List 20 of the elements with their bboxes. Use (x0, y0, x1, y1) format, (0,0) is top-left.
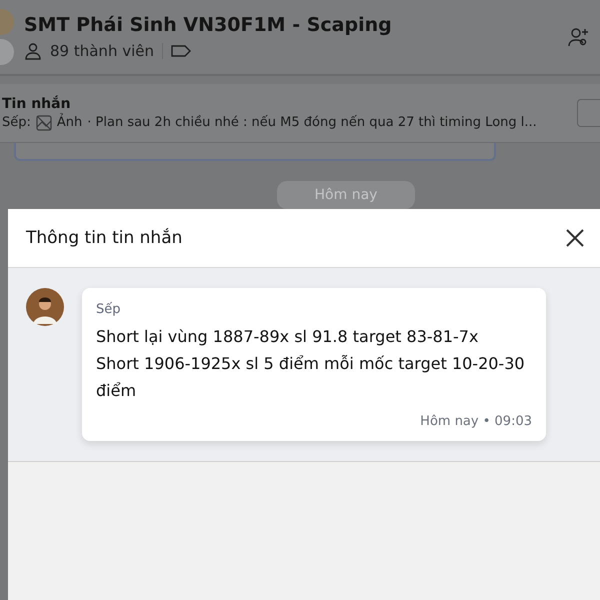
image-icon (36, 114, 52, 130)
message-text: Short 1906-1925x sl 5 điểm mỗi mốc target 10-20-30 điểm (96, 353, 526, 402)
tag-icon[interactable] (171, 44, 191, 58)
pinned-preview: · Plan sau 2h chiều nhé : nếu M5 đóng nến qua 27 thì timing Long l... (87, 115, 537, 130)
avatar (26, 288, 64, 326)
message-time: Hôm nay • 09:03 (420, 414, 532, 429)
pinned-thumbnail[interactable] (577, 99, 600, 127)
message-text: Short lại vùng 1887-89x sl 91.8 target 83-81-7x (96, 326, 480, 348)
pinned-title: Tin nhắn (2, 96, 72, 112)
pinned-message[interactable]: Tin nhắn Sếp: Ảnh · Plan sau 2h chiều nhé : nếu M5 đóng nến qua 27 thì timing Long l... (0, 84, 600, 143)
dialog-title: Thông tin tin nhắn (26, 228, 182, 248)
attachment-label: Ảnh (56, 115, 82, 130)
group-title: SMT Phái Sinh VN30F1M - Scaping (24, 14, 393, 36)
date-divider: Hôm nay (277, 181, 415, 209)
pinned-sender: Sếp: (2, 115, 31, 130)
person-icon (24, 42, 42, 60)
sender-name: Sếp (96, 302, 122, 317)
add-member-icon[interactable] (568, 27, 590, 47)
member-count[interactable]: 89 thành viên (50, 42, 154, 60)
close-icon (564, 227, 586, 249)
